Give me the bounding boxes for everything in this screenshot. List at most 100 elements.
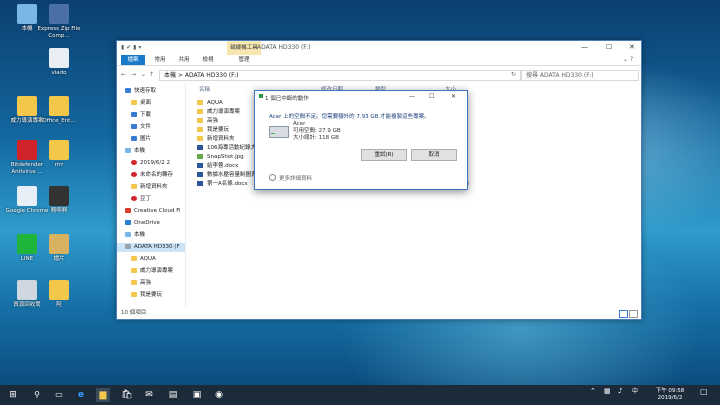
desktop-shortcut-icon [49,234,69,254]
edge-browser-icon[interactable]: e [74,388,88,402]
sidebar-item[interactable]: 桌面 [117,99,185,108]
forward-arrow-icon[interactable]: → [131,71,136,78]
search-icon[interactable]: ⚲ [30,388,44,402]
sidebar-item[interactable]: 本機 [117,231,185,240]
minimize-button[interactable]: — [581,43,588,51]
column-name[interactable]: 名稱 [199,85,210,93]
desktop-icon[interactable]: rrrr [36,140,82,169]
desktop-icon[interactable]: Express Zip File Comp... [36,4,82,40]
back-arrow-icon[interactable]: ← [121,71,126,78]
dialog-close-button[interactable]: ✕ [451,93,456,100]
chrome-icon[interactable]: ◉ [212,388,226,402]
sidebar-item-label: 新增資料夾 [140,184,168,190]
error-icon [131,196,137,201]
sidebar-item-label: 未命名的轉存 [140,172,174,178]
volume-icon[interactable]: ♪ [618,388,622,395]
sidebar-item[interactable]: 下載 [117,111,185,120]
sidebar-item[interactable]: OneDrive [117,219,185,228]
file-icon [197,163,203,168]
file-name: 給李蓉.docx [207,163,239,169]
media-icon[interactable]: ▣ [190,388,204,402]
copy-icon [259,94,263,98]
desktop-shortcut-icon [17,140,37,160]
desktop-icon[interactable]: 啊啊啊 [36,186,82,215]
sidebar-item[interactable]: 未命名的轉存 [117,171,185,180]
address-bar[interactable]: 本機 > ADATA HD330 (F:) [159,70,521,81]
desktop-icon[interactable]: 阿 [36,280,82,309]
desktop-icon[interactable]: Office_Ent... [36,96,82,125]
desktop-shortcut-icon [17,96,37,116]
file-name: 106海專活動紀錄大 [207,145,256,151]
sidebar-item-label: 快速存取 [134,88,157,94]
tab-manage[interactable]: 管理 [229,55,259,65]
sidebar-item[interactable]: 快速存取 [117,87,185,96]
sidebar-item[interactable]: 高強 [117,279,185,288]
tab-home[interactable]: 常用 [149,55,171,65]
up-arrow-icon[interactable]: ↑ [149,71,154,78]
sidebar-item[interactable]: 文件 [117,123,185,132]
sidebar-item[interactable]: 新增資料夾 [117,183,185,192]
interrupted-action-dialog: 1 個已中斷的動作 — ☐ ✕ Acer 上的空間不足。您需要額外的 7.93 … [254,90,468,190]
file-name: SnapShot.jpg [207,154,244,160]
sidebar-item[interactable]: 豆丁 [117,195,185,204]
tray-chevron-icon[interactable]: ⌃ [590,388,596,395]
sidebar-item[interactable]: Creative Cloud Fi [117,207,185,216]
store-icon[interactable]: 🛍 [120,388,134,402]
dialog-minimize-button[interactable]: — [409,93,415,100]
desktop-icon-label: viado [51,70,67,76]
app-icon[interactable]: ▤ [166,388,180,402]
retry-button[interactable]: 重試(R) [361,149,407,161]
title-bar[interactable]: ▮ ✔ ▮ ▾ 磁碟機工具 ADATA HD330 (F:) — ☐ ✕ [117,41,641,56]
more-details-toggle[interactable]: 更多詳細資料 [269,174,312,182]
doc-icon [131,124,137,129]
notification-icon[interactable]: ▢ [700,388,708,396]
sidebar-item-label: ADATA HD330 (F [134,244,180,250]
ribbon-tabs: 檔案 常用 共用 檢視 管理 ⌄ ? [117,55,641,66]
expand-chevron-icon[interactable] [269,174,276,181]
recent-chevron-icon[interactable]: ⌄ [141,71,146,78]
error-icon [131,160,137,165]
clock-date: 2019/6/2 [657,395,683,401]
sidebar-item-label: OneDrive [134,220,160,226]
task-view-icon[interactable]: ▭ [52,388,66,402]
sidebar-item[interactable]: ADATA HD330 (F [117,243,185,252]
tab-view[interactable]: 檢視 [197,55,219,65]
dialog-maximize-button[interactable]: ☐ [429,93,434,100]
ribbon-expand-icon[interactable]: ⌄ ? [623,56,633,63]
sidebar-item[interactable]: 圖片 [117,135,185,144]
folder-icon [131,256,137,261]
network-icon[interactable]: ▦ [604,388,611,395]
sidebar-item[interactable]: 2019/6/2 2 [117,159,185,168]
desktop-icon[interactable]: 檔片 [36,234,82,263]
maximize-button[interactable]: ☐ [606,43,612,51]
desktop-shortcut-icon [49,48,69,68]
clock[interactable]: 下午 09:58 2019/6/2 [650,388,690,402]
tab-file[interactable]: 檔案 [121,55,145,65]
sidebar-item[interactable]: 威力導演專案 [117,267,185,276]
search-input[interactable]: 搜尋 ADATA HD330 (F:) [521,70,639,81]
status-bar: 10 個項目 [117,307,641,319]
sidebar-item-label: 本機 [134,148,146,154]
pic-icon [131,136,137,141]
tiles-view-icon[interactable] [629,310,638,318]
start-windows-icon[interactable]: ⊞ [6,388,20,402]
file-name: AQUA [207,100,223,106]
refresh-icon[interactable]: ↻ [511,71,516,78]
quick-access-toolbar-icon[interactable]: ▮ ✔ ▮ ▾ [121,44,141,51]
folder-icon [131,100,137,105]
desktop-icon-label: Office_Ent... [42,118,76,124]
ime-icon[interactable]: 中 [632,388,638,395]
cancel-button[interactable]: 取消 [411,149,457,161]
close-button[interactable]: ✕ [629,43,635,51]
tab-share[interactable]: 共用 [173,55,195,65]
sidebar-item[interactable]: AQUA [117,255,185,264]
file-explorer-taskbar-icon[interactable]: ▆ [96,388,110,402]
drive-tools-label: 磁碟機工具 [227,41,261,56]
sidebar-item[interactable]: 本機 [117,147,185,156]
mail-icon[interactable]: ✉ [142,388,156,402]
sidebar-item-label: 文件 [140,124,152,130]
item-count: 10 個項目 [121,310,147,316]
details-view-icon[interactable] [619,310,628,318]
sidebar-item[interactable]: 我是要玩 [117,291,185,300]
desktop-icon[interactable]: viado [36,48,82,77]
